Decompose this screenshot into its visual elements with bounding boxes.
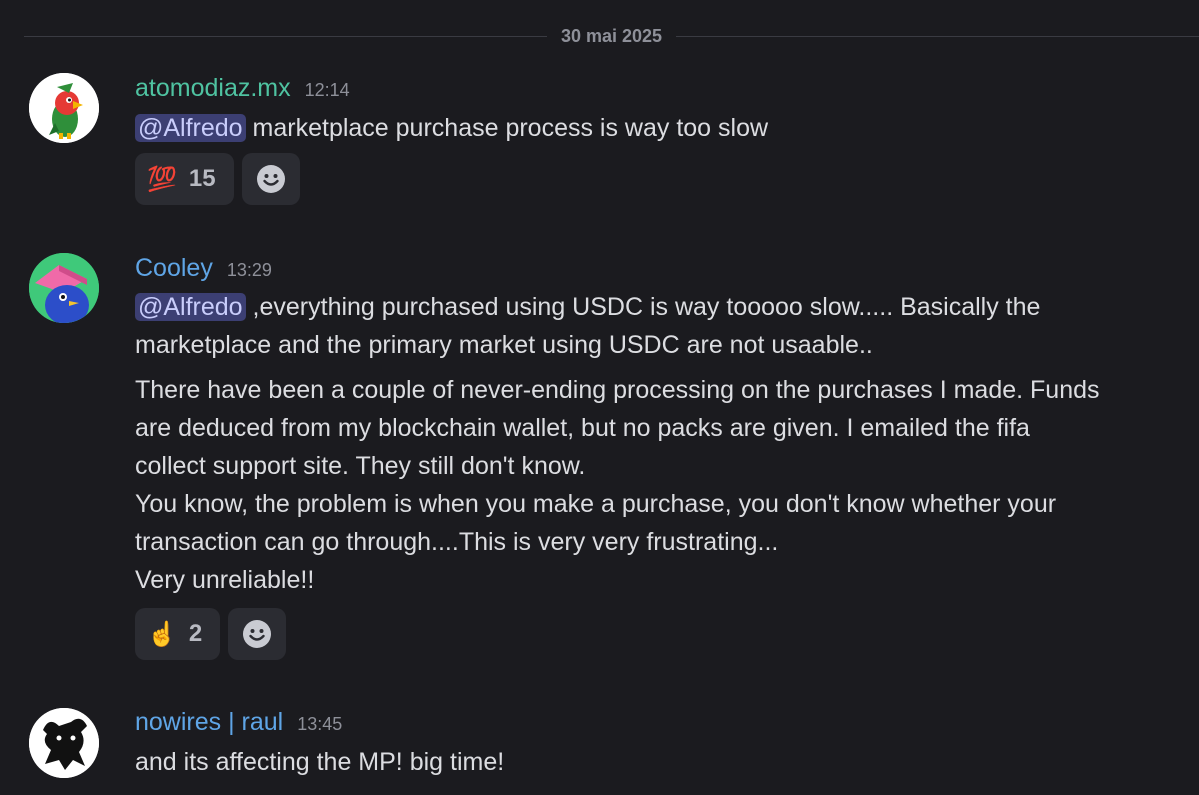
message-line: collect support site. They still don't k… [135,452,586,480]
message-content: @Alfredo ,everything purchased using USD… [135,288,1175,364]
add-reaction-button[interactable] [241,153,300,205]
message-header: atomodiaz.mx 12:14 [135,74,350,103]
user-mention[interactable]: @Alfredo [135,114,246,142]
avatar-atomodiaz[interactable] [29,73,99,143]
divider-line-left [24,35,547,37]
reaction-count: 15 [188,165,216,192]
message-content: and its affecting the MP! big time! [135,743,1175,781]
message-line: are deduced from my blockchain wallet, b… [135,414,1030,442]
divider-line-right [676,35,1199,37]
user-mention[interactable]: @Alfredo [135,293,246,321]
message-line: marketplace and the primary market using… [135,331,873,359]
reactions-bar: ☝️ 2 [135,608,287,660]
avatar-cooley[interactable] [29,253,99,323]
add-reaction-button[interactable] [228,608,287,660]
chat-view: 30 mai 2025 atomodiaz.mx 12:14 @Alfredo … [0,0,1199,795]
reactions-bar: 💯 15 [135,153,300,205]
message-text: and its affecting the MP! big time! [135,748,505,776]
timestamp: 13:45 [297,714,343,734]
bull-avatar-icon [29,708,99,778]
pointing-up-hand-icon: ☝️ [147,620,177,648]
message-line: transaction can go through....This is ve… [135,528,779,556]
date-divider: 30 mai 2025 [24,22,1199,50]
reaction-count: 2 [188,620,203,647]
username[interactable]: atomodiaz.mx [135,74,291,103]
message-content: @Alfredo marketplace purchase process is… [135,109,1175,147]
message-line: You know, the problem is when you make a… [135,490,1057,518]
avatar-nowires[interactable] [29,708,99,778]
parrot-avatar-icon [29,73,99,143]
smiley-icon [243,620,272,648]
message-line: There have been a couple of never-ending… [135,376,1100,404]
timestamp: 12:14 [304,80,350,100]
message-text: marketplace purchase process is way too … [245,114,769,142]
message-line: @Alfredo ,everything purchased using USD… [135,288,1175,326]
message-header: Cooley 13:29 [135,254,272,283]
hundred-points-icon: 💯 [147,165,177,193]
bird-avatar-icon [29,253,99,323]
message-header: nowires | raul 13:45 [135,708,342,737]
message-content-followup: There have been a couple of never-ending… [135,371,1175,599]
timestamp: 13:29 [226,260,272,280]
reaction-hundred[interactable]: 💯 15 [135,153,234,205]
username[interactable]: nowires | raul [135,708,283,737]
reaction-pointing-up[interactable]: ☝️ 2 [135,608,221,660]
message-text: ,everything purchased using USDC is way … [245,293,1041,321]
smiley-icon [256,165,285,193]
username[interactable]: Cooley [135,254,213,283]
message-line: Very unreliable!! [135,566,315,594]
date-label: 30 mai 2025 [560,25,663,46]
